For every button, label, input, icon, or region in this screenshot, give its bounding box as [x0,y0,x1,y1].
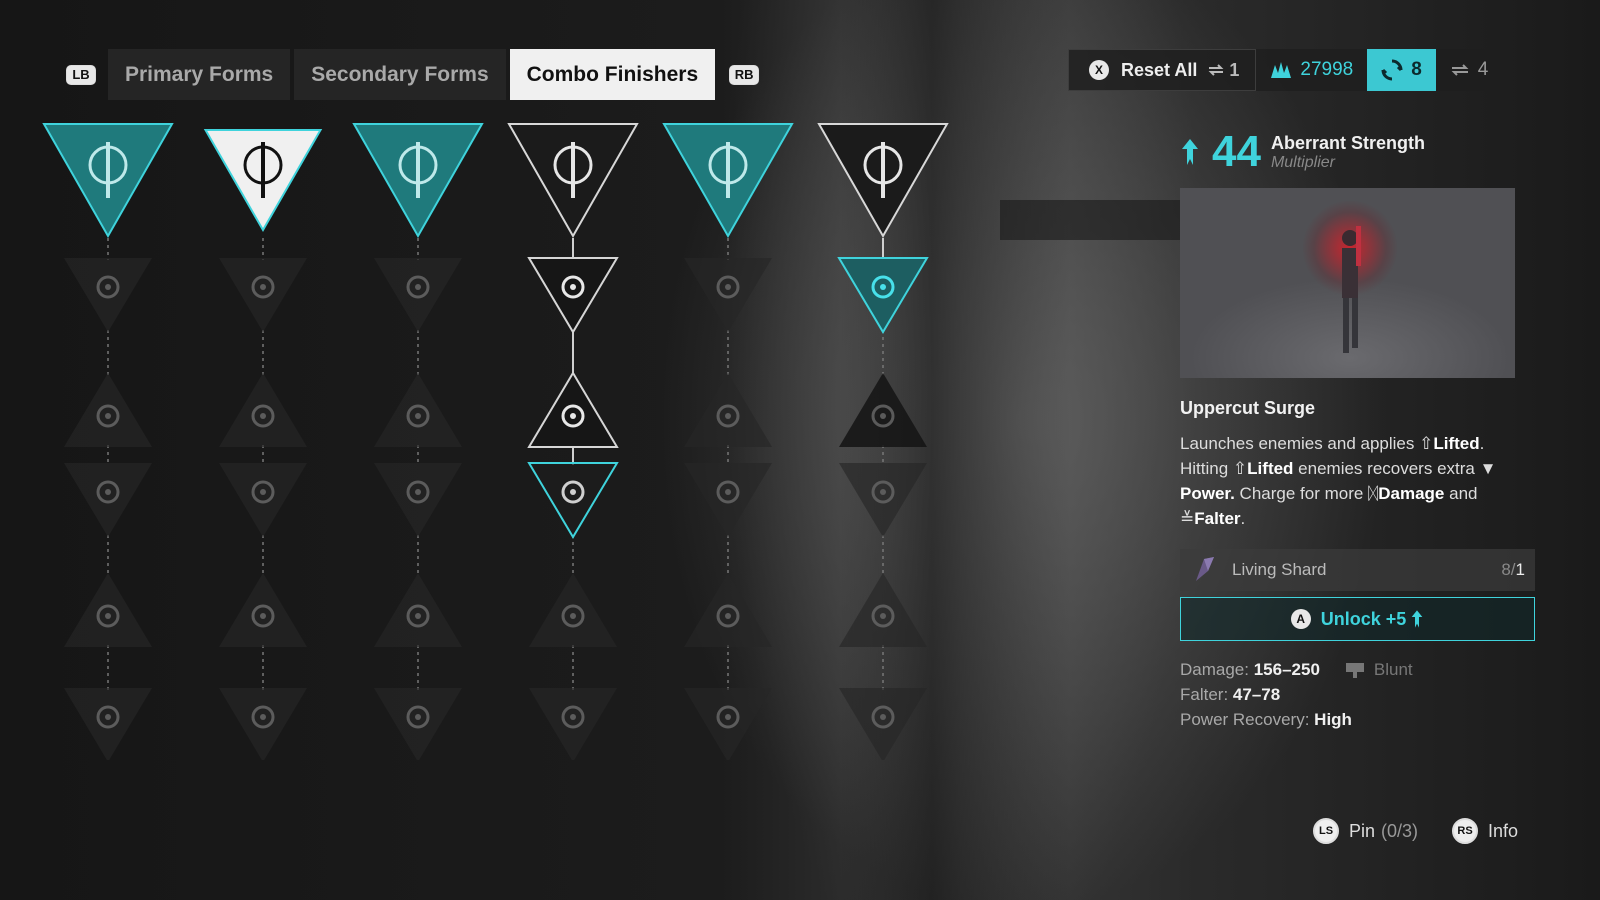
skill-node-flame-ring[interactable] [529,573,617,647]
skill-node-stack-down[interactable] [374,258,462,332]
stat-header: 44 Aberrant Strength Multiplier [1180,130,1535,174]
skill-node-skull-cross[interactable] [219,463,307,537]
skill-node-chevrons-up[interactable] [64,463,152,537]
lifted-icon: ⇧ [1419,434,1434,453]
skill-node-twin-blade[interactable] [507,123,639,239]
unlock-label: Unlock +5 [1320,608,1407,629]
skill-node-burst[interactable] [684,463,772,537]
power-recovery-label: Power Recovery: [1180,710,1310,729]
skill-tree [40,120,980,760]
skill-description: Launches enemies and applies ⇧Lifted. Hi… [1180,434,1497,528]
skill-node-ring[interactable] [839,573,927,647]
reset-all-button[interactable]: X Reset All 1 [1068,49,1257,91]
unlock-requirement: Living Shard 8/1 [1180,549,1535,591]
skill-node-power-down[interactable] [527,257,619,334]
hammer-icon [1345,662,1364,678]
damage-type: Blunt [1344,657,1413,682]
skill-node-figure-down[interactable] [374,688,462,760]
skill-node-figure[interactable] [64,573,152,647]
skill-node-shield[interactable] [684,373,772,447]
damage-value: 156–250 [1253,660,1320,679]
skill-title: Uppercut Surge [1180,398,1316,418]
crown-spikes-icon [1271,62,1292,78]
stat-value: 44 [1212,127,1261,176]
skill-node-cycle[interactable] [839,373,927,447]
skill-node-infinity[interactable] [529,688,617,760]
falter-icon: ≚ [1180,509,1195,528]
skill-node-spark[interactable] [374,463,462,537]
info-hint[interactable]: RS Info [1452,818,1518,844]
character-figure [1342,226,1361,353]
x-button-icon: X [1089,60,1109,80]
skill-node-impact[interactable] [527,371,619,448]
pin-hint[interactable]: LS Pin (0/3) [1313,818,1418,844]
reset-all-label: Reset All [1121,59,1198,80]
skill-node-thorn-branch[interactable] [662,123,794,239]
power-recovery-value: High [1314,710,1352,729]
lb-button-icon[interactable]: LB [66,64,96,85]
falter-label: Falter: [1180,685,1229,704]
power-icon: ▼ [1479,459,1497,478]
tab-combo-finishers[interactable]: Combo Finishers [509,49,716,100]
skill-node-swirl[interactable] [839,688,927,760]
skill-node-skull-cross[interactable] [684,258,772,332]
skill-detail-panel: 44 Aberrant Strength Multiplier Uppercut… [1180,130,1535,732]
reset-count: 1 [1207,60,1239,81]
skill-node-flame-circle[interactable] [839,463,927,537]
skill-node-skull-plus[interactable] [374,373,462,447]
tab-primary-forms[interactable]: Primary Forms [108,49,291,100]
rs-button-icon: RS [1452,818,1479,844]
lifted-icon: ⇧ [1232,459,1248,478]
skill-node-skull-down[interactable] [64,373,152,447]
controller-hints: LS Pin (0/3) RS Info [1313,818,1552,844]
living-shard-icon [1196,557,1214,581]
skill-node-fist[interactable] [219,688,307,760]
rb-button-icon[interactable]: RB [729,64,760,85]
skill-node-gear-face[interactable] [219,373,307,447]
damage-label: Damage: [1180,660,1249,679]
skill-node-flask[interactable] [219,258,307,332]
tab-bar: LB Primary Forms Secondary Forms Combo F… [66,49,760,100]
a-button-icon: A [1290,609,1311,629]
skill-node-claw-blades[interactable] [42,123,174,239]
respec-icon [1208,64,1224,76]
skill-node-skull-loop[interactable] [837,257,929,334]
skill-node-arrow-up-face[interactable] [219,573,307,647]
skill-stats: Damage: 156–250 Blunt Falter: 47–78 Powe… [1180,657,1535,732]
skill-node-blade[interactable] [352,123,484,239]
respec-icon [1451,64,1469,76]
skill-node-skull-flame[interactable] [64,258,152,332]
currency-bar: X Reset All 1 27998 8 4 [1068,49,1503,91]
falter-value: 47–78 [1232,685,1281,704]
damage-icon: ᛞ [1368,484,1379,503]
skill-node-triskele[interactable] [817,123,949,239]
skill-node-alert[interactable] [374,573,462,647]
skill-node-star-burst[interactable] [684,573,772,647]
currency-essence: 27998 [1256,49,1368,91]
stat-subtitle: Multiplier [1270,153,1335,171]
requirement-name: Living Shard [1232,560,1327,579]
skill-point-icon [1381,59,1403,81]
strength-icon [1411,610,1423,628]
skill-node-hanging-rune[interactable] [203,129,323,233]
ls-button-icon: LS [1313,818,1339,844]
stat-name: Aberrant Strength [1270,132,1425,153]
strength-icon [1182,139,1198,165]
skill-preview-video [1180,188,1515,378]
currency-respec: 4 [1435,49,1503,91]
skill-tree-graph [42,123,949,760]
skill-node-skull-down[interactable] [527,462,619,539]
requirement-count: 8/1 [1501,560,1525,579]
skill-node-clock[interactable] [64,688,152,760]
tab-secondary-forms[interactable]: Secondary Forms [294,49,506,100]
currency-points: 8 [1367,49,1436,91]
skill-node-face-ring[interactable] [684,688,772,760]
unlock-button[interactable]: A Unlock +5 [1180,597,1535,641]
